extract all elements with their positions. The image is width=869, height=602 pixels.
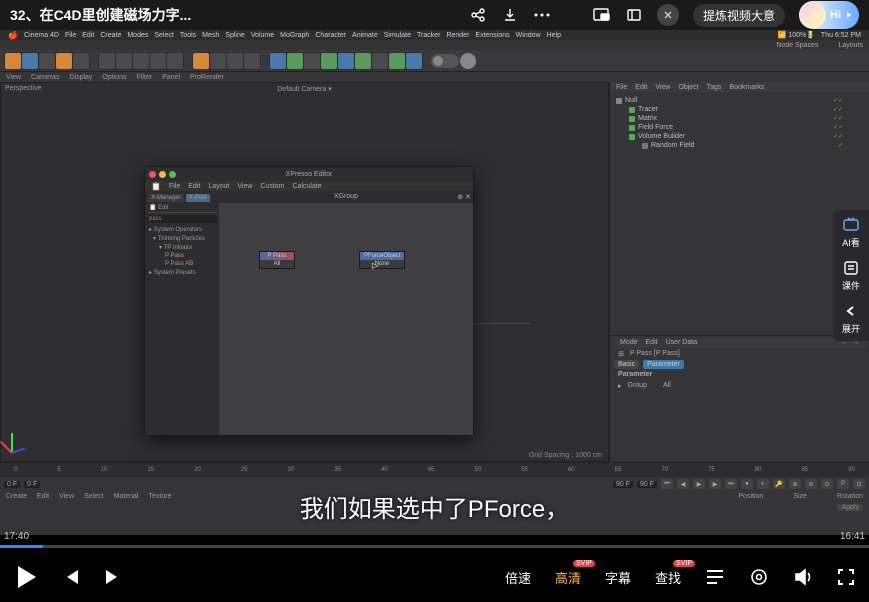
courseware-button[interactable]: 课件 (842, 259, 860, 292)
video-title: 32、在C4D里创建磁场力字... (10, 5, 191, 25)
tool-icon[interactable] (338, 53, 354, 69)
tl-next-icon[interactable]: ▶ (709, 479, 721, 489)
tool-icon[interactable] (150, 53, 166, 69)
caption-button[interactable]: 字幕 (605, 568, 631, 587)
fullscreen-icon[interactable] (837, 568, 855, 586)
viewport-menu: View Cameras Display Options Filter Pane… (0, 72, 869, 82)
more-icon[interactable] (533, 6, 551, 24)
obj-volume[interactable]: Volume Builder✓✓ (616, 132, 863, 141)
download-icon[interactable] (501, 6, 519, 24)
tool-icon[interactable] (56, 53, 72, 69)
tool-icon[interactable] (22, 53, 38, 69)
share-icon[interactable] (469, 6, 487, 24)
window-min-icon[interactable] (159, 171, 166, 178)
cursor-icon: ▷ (372, 261, 378, 270)
close-button[interactable] (657, 4, 679, 26)
tl-first-icon[interactable]: ⏮ (661, 479, 673, 489)
elapsed-time: 17:40 (4, 531, 29, 542)
grid-spacing: Grid Spacing : 1000 cm (529, 452, 602, 459)
node-pforce[interactable]: PForceObject None (359, 251, 405, 269)
obj-matrix[interactable]: Matrix✓✓ (616, 114, 863, 123)
tl-last-icon[interactable]: ⏭ (725, 479, 737, 489)
xpresso-canvas[interactable]: XGroup ⊕✕ P Pass All PForceObject None ▷ (219, 191, 473, 435)
progress-bar[interactable] (0, 545, 869, 548)
obj-null[interactable]: Null✓✓ (616, 96, 863, 105)
xpresso-sidebar: X-Manager X-Pool 📋 Edit ▸ System Operato… (145, 191, 219, 435)
c4d-toolbar (0, 50, 869, 72)
axis-gizmo (11, 423, 41, 453)
camera-label: Default Camera ▾ (277, 85, 332, 93)
viewport[interactable]: Perspective Default Camera ▾ Grid Spacin… (0, 82, 609, 462)
summary-button[interactable]: 提炼视频大意 (693, 4, 785, 27)
next-button[interactable] (104, 568, 122, 586)
user-avatar[interactable]: Hi (799, 1, 859, 29)
obj-tracer[interactable]: Tracer✓✓ (616, 105, 863, 114)
tool-icon[interactable] (133, 53, 149, 69)
xpresso-title: XPresso Editor (286, 171, 333, 178)
lookup-button[interactable]: 查找SVIP (655, 568, 681, 587)
prev-button[interactable] (62, 568, 80, 586)
tool-icon[interactable] (39, 53, 55, 69)
mac-time: Thu 6:52 PM (821, 32, 861, 39)
tool-icon[interactable] (287, 53, 303, 69)
tool-icon[interactable] (406, 53, 422, 69)
tool-icon[interactable] (227, 53, 243, 69)
object-manager[interactable]: Null✓✓ Tracer✓✓ Matrix✓✓ Field Force✓✓ V… (610, 92, 869, 212)
tl-prev-icon[interactable]: ◀ (677, 479, 689, 489)
expand-button[interactable]: 展开 (842, 302, 860, 335)
tool-icon[interactable] (244, 53, 260, 69)
total-time: 16:41 (840, 531, 865, 542)
tool-icon[interactable] (304, 53, 320, 69)
window-icon[interactable] (625, 6, 643, 24)
attribute-manager: Mode Edit User Data ←→ ⊞P Pass [P Pass] … (610, 335, 869, 463)
tool-icon[interactable] (193, 53, 209, 69)
tool-icon[interactable] (116, 53, 132, 69)
window-max-icon[interactable] (169, 171, 176, 178)
tool-icon[interactable] (73, 53, 89, 69)
tl-play-icon[interactable]: ▶ (693, 479, 705, 489)
mac-menu-bar: 🍎 Cinema 4D File Edit Create Modes Selec… (0, 30, 869, 40)
settings-icon[interactable] (749, 567, 769, 587)
xpresso-search[interactable] (147, 215, 217, 223)
quality-button[interactable]: 高清SVIP (555, 568, 581, 587)
tool-icon[interactable] (460, 53, 476, 69)
tool-icon[interactable] (355, 53, 371, 69)
tl-rec-icon[interactable]: ● (741, 479, 753, 489)
tool-icon[interactable] (270, 53, 286, 69)
pip-icon[interactable] (593, 6, 611, 24)
wifi-icon: 📶 100%🔋 (778, 31, 815, 39)
window-close-icon[interactable] (149, 171, 156, 178)
tool-icon[interactable] (5, 53, 21, 69)
xpresso-window[interactable]: XPresso Editor 📋 File Edit Layout View C… (144, 166, 474, 436)
viewport-label: Perspective (5, 85, 42, 92)
tool-icon[interactable] (321, 53, 337, 69)
apple-icon[interactable]: 🍎 (8, 31, 18, 40)
tool-icon[interactable] (372, 53, 388, 69)
playlist-icon[interactable] (705, 569, 725, 585)
ai-watch-button[interactable]: AI看 (842, 216, 860, 249)
play-button[interactable] (14, 564, 38, 590)
node-ppass[interactable]: P Pass All (259, 251, 295, 269)
c4d-subheader: Node Spaces Layouts (0, 40, 869, 50)
speed-button[interactable]: 倍速 (505, 568, 531, 587)
tool-icon[interactable] (389, 53, 405, 69)
tool-icon[interactable] (99, 53, 115, 69)
obj-random[interactable]: Random Field✓ (616, 141, 863, 150)
tool-icon[interactable] (167, 53, 183, 69)
timeline-ruler[interactable]: 051015202530354045505560657075808590 (0, 463, 869, 477)
toggle[interactable] (431, 54, 459, 68)
obj-fieldforce[interactable]: Field Force✓✓ (616, 123, 863, 132)
volume-icon[interactable] (793, 567, 813, 587)
subtitle-text: 我们如果选中了PForce， (0, 489, 869, 524)
tool-icon[interactable] (210, 53, 226, 69)
